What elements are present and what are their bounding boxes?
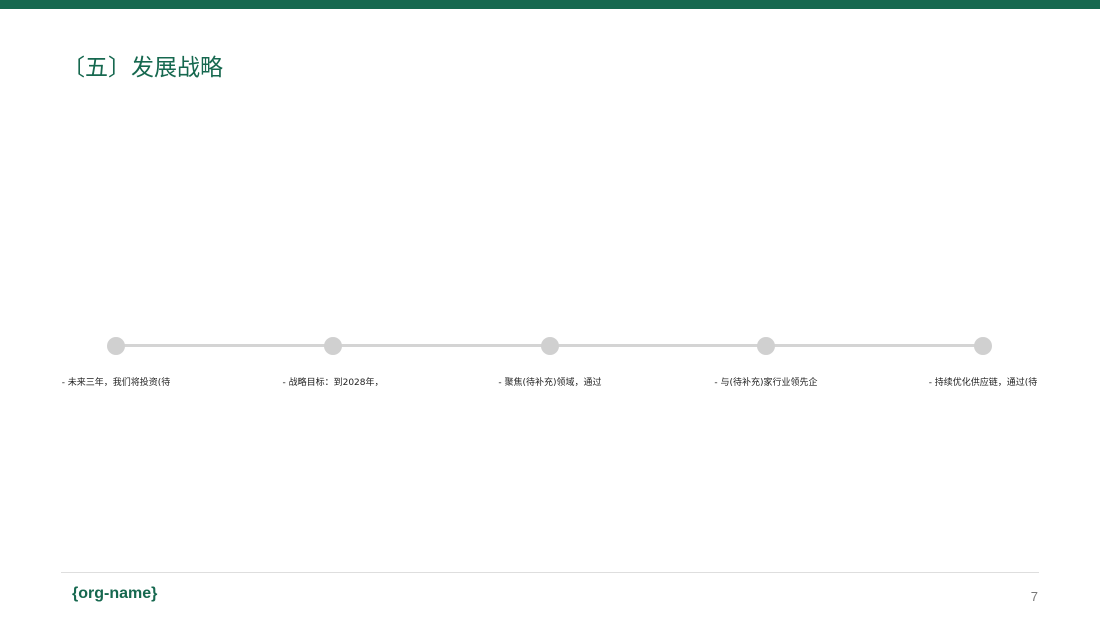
page-number: 7 <box>1030 589 1038 604</box>
timeline-dot-2 <box>324 337 342 355</box>
slide: 〔五〕发展战略 - 未来三年，我们将投资(待 - 战略目标：到2028年， - … <box>0 0 1100 619</box>
timeline-dot-1 <box>107 337 125 355</box>
timeline-dot-3 <box>541 337 559 355</box>
timeline-item-text-5: - 持续优化供应链，通过(待 <box>928 378 1038 388</box>
timeline-item-text-3: - 聚焦(待补充)领域，通过 <box>498 378 602 388</box>
timeline-item-text-4: - 与(待补充)家行业领先企 <box>714 378 818 388</box>
timeline-item-text-1: - 未来三年，我们将投资(待 <box>61 378 171 388</box>
org-name: {org-name} <box>72 585 158 602</box>
footer-divider <box>61 572 1039 573</box>
top-accent-bar <box>0 0 1100 9</box>
timeline-dot-5 <box>974 337 992 355</box>
timeline-dot-4 <box>757 337 775 355</box>
timeline-item-text-2: - 战略目标：到2028年， <box>282 378 384 388</box>
page-title: 〔五〕发展战略 <box>62 55 223 81</box>
